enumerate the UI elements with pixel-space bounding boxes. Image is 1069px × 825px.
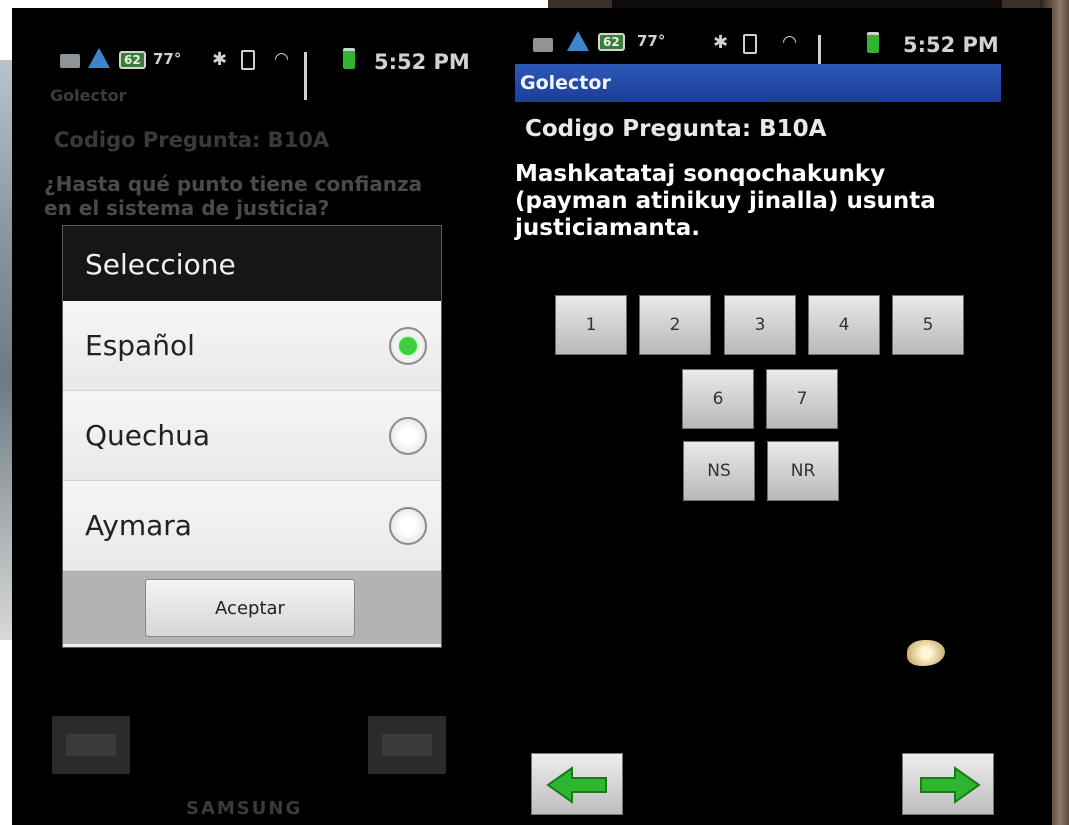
question-code: Codigo Pregunta: B10A	[525, 116, 827, 142]
answer-button-7[interactable]: 7	[766, 369, 838, 429]
left-phone-screen: 62 77° ✱ ◠ 5:52 PM Golector Codigo Pregu…	[12, 8, 485, 825]
question-text: ¿Hasta qué punto tiene confianza en el s…	[44, 172, 423, 220]
answer-button-2[interactable]: 2	[639, 295, 711, 355]
radio-unselected-icon[interactable]	[389, 506, 427, 545]
battery-icon	[343, 48, 355, 69]
option-espanol[interactable]: Español	[63, 301, 441, 391]
app-title-bar: Golector	[515, 64, 1001, 102]
option-quechua[interactable]: Quechua	[63, 391, 441, 481]
notification-badge: 62	[119, 51, 146, 69]
radio-unselected-icon[interactable]	[389, 416, 427, 455]
next-button[interactable]	[368, 716, 446, 774]
bluetooth-icon: ✱	[713, 32, 729, 53]
answer-button-4[interactable]: 4	[808, 295, 880, 355]
answer-button-5[interactable]: 5	[892, 295, 964, 355]
brand-logo: SAMSUNG	[186, 798, 303, 819]
answer-button-6[interactable]: 6	[682, 369, 754, 429]
wifi-icon: ◠	[275, 49, 289, 69]
accept-button[interactable]: Aceptar	[145, 579, 355, 637]
status-time: 5:52 PM	[903, 33, 999, 57]
arrow-right-icon	[382, 734, 432, 756]
message-icon	[60, 54, 80, 68]
right-phone-screen: 62 77° ✱ ◠ 5:52 PM Golector Codigo Pregu…	[485, 8, 1052, 825]
light-reflection	[907, 640, 945, 666]
navigation-icon	[567, 31, 589, 51]
vibrate-icon	[241, 50, 255, 70]
temperature-text: 77°	[637, 32, 666, 50]
dialog-title: Seleccione	[63, 226, 441, 301]
answer-button-3[interactable]: 3	[724, 295, 796, 355]
arrow-right-icon	[920, 766, 981, 804]
question-code: Codigo Pregunta: B10A	[54, 128, 330, 152]
battery-icon	[867, 32, 879, 53]
signal-icon	[304, 52, 307, 100]
radio-selected-icon[interactable]	[389, 326, 427, 365]
answer-button-1[interactable]: 1	[555, 295, 627, 355]
option-aymara[interactable]: Aymara	[63, 481, 441, 571]
vibrate-icon	[743, 34, 757, 54]
question-text: Mashkatataj sonqochakunky (payman atinik…	[515, 161, 936, 241]
wifi-icon: ◠	[783, 32, 797, 52]
back-button[interactable]	[531, 753, 623, 815]
bluetooth-icon: ✱	[212, 49, 228, 70]
temperature-text: 77°	[153, 50, 182, 68]
option-label: Quechua	[85, 419, 211, 452]
language-dialog: Seleccione Español Quechua Aymara Acepta…	[62, 225, 442, 648]
app-title: Golector	[520, 72, 611, 94]
status-time: 5:52 PM	[374, 50, 470, 74]
option-label: Aymara	[85, 509, 192, 542]
arrow-left-icon	[66, 734, 116, 756]
arrow-left-icon	[546, 766, 607, 804]
answer-button-ns[interactable]: NS	[683, 441, 755, 501]
back-button[interactable]	[52, 716, 130, 774]
app-title: Golector	[50, 86, 127, 105]
message-icon	[533, 38, 553, 52]
notification-badge: 62	[598, 33, 625, 51]
answer-button-nr[interactable]: NR	[767, 441, 839, 501]
option-label: Español	[85, 329, 195, 362]
dialog-footer: Aceptar	[63, 571, 441, 644]
navigation-icon	[88, 48, 110, 68]
next-button[interactable]	[902, 753, 994, 815]
